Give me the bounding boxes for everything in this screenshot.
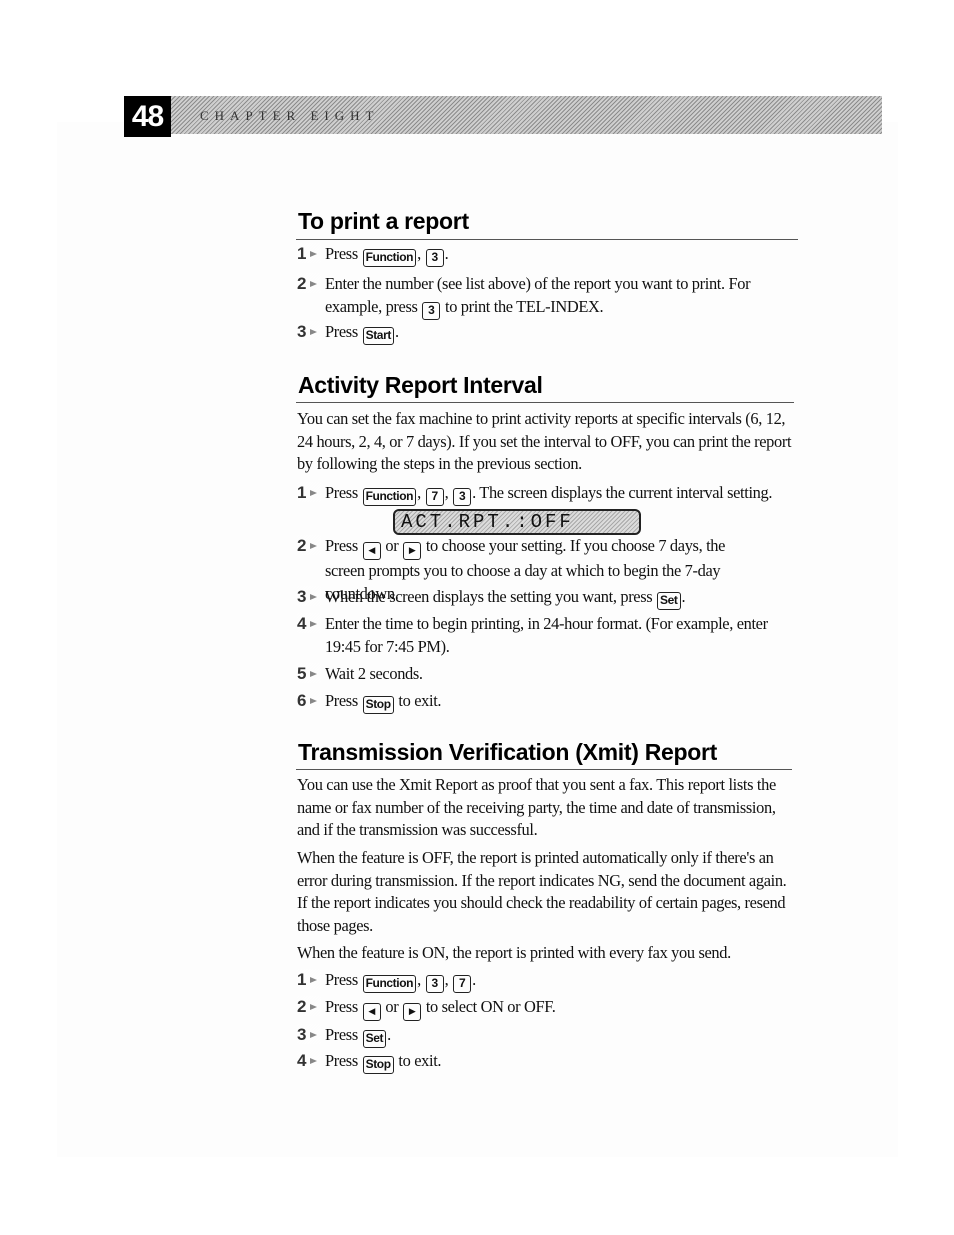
- digit-key-3: 3: [453, 488, 472, 506]
- right-arrow-key-icon: ▶: [403, 542, 422, 560]
- section-rule: [296, 402, 794, 403]
- step-text: or: [385, 997, 399, 1016]
- step-text: or: [385, 536, 399, 555]
- step-number-icon: 6: [297, 690, 321, 710]
- step-number-icon: 1: [297, 482, 321, 502]
- section-rule: [296, 769, 792, 770]
- step-text: .: [472, 970, 476, 989]
- step-number-icon: 2: [297, 996, 321, 1016]
- xmit-paragraph-1: You can use the Xmit Report as proof tha…: [297, 775, 776, 839]
- step-text: to exit.: [398, 1051, 442, 1070]
- step-text: Press: [325, 483, 358, 502]
- step-text: Press: [325, 970, 358, 989]
- step-number-icon: 4: [297, 613, 321, 633]
- step-text: Wait 2 seconds.: [325, 664, 423, 683]
- step-number-icon: 2: [297, 535, 321, 555]
- step-text: to exit.: [398, 691, 442, 710]
- activity-step-5: 5 Wait 2 seconds.: [297, 663, 797, 686]
- step-text: The screen displays the current interval…: [479, 483, 773, 502]
- section-heading-xmit-report: Transmission Verification (Xmit) Report: [298, 739, 718, 765]
- section-heading-activity-report: Activity Report Interval: [298, 372, 543, 398]
- set-key: Set: [362, 1030, 387, 1048]
- step-text: to select ON or OFF.: [425, 997, 556, 1016]
- section-heading-print-report: To print a report: [298, 208, 469, 234]
- step-text: Press: [325, 322, 358, 341]
- function-key: Function: [362, 975, 417, 993]
- print-report-step-1: 1 Press Function, 3.: [297, 243, 797, 267]
- function-key: Function: [362, 488, 417, 506]
- digit-key-7: 7: [425, 488, 444, 506]
- step-text: .: [444, 244, 449, 263]
- digit-key-3: 3: [425, 975, 444, 993]
- page-number: 48: [124, 96, 171, 137]
- xmit-step-2: 2 Press ◀ or ▶ to select ON or OFF.: [297, 996, 797, 1021]
- xmit-paragraph-2: When the feature is OFF, the report is p…: [297, 848, 787, 935]
- digit-key-7: 7: [453, 975, 472, 993]
- function-key: Function: [362, 249, 417, 267]
- stop-key: Stop: [362, 696, 394, 714]
- xmit-paragraph-3: When the feature is ON, the report is pr…: [297, 943, 731, 962]
- lcd-display: ACT.RPT.:OFF: [393, 509, 641, 535]
- step-number-icon: 1: [297, 969, 321, 989]
- xmit-step-3: 3 Press Set.: [297, 1024, 797, 1048]
- step-text: Press: [325, 244, 358, 263]
- step-number-icon: 2: [297, 273, 321, 293]
- step-number-icon: 5: [297, 663, 321, 683]
- xmit-step-1: 1 Press Function, 3, 7.: [297, 969, 797, 993]
- step-text: to print the TEL-INDEX.: [445, 296, 604, 316]
- start-key: Start: [362, 327, 394, 345]
- step-text: .: [387, 1025, 391, 1044]
- chapter-title: CHAPTER EIGHT: [200, 108, 380, 123]
- print-report-step-3: 3 Press Start.: [297, 321, 797, 345]
- print-report-step-2: 2 Enter the number (see list above) of t…: [297, 273, 757, 320]
- digit-key-3: 3: [422, 301, 441, 320]
- step-text: Press: [325, 691, 358, 710]
- step-text: Press: [325, 1025, 358, 1044]
- step-number-icon: 1: [297, 243, 321, 263]
- activity-step-4: 4 Enter the time to begin printing, in 2…: [297, 613, 777, 658]
- digit-key-3: 3: [425, 249, 444, 267]
- step-number-icon: 3: [297, 586, 321, 606]
- set-key: Set: [657, 592, 681, 610]
- xmit-step-4: 4 Press Stop to exit.: [297, 1050, 797, 1074]
- step-number-icon: 3: [297, 321, 321, 341]
- left-arrow-key-icon: ◀: [362, 542, 381, 560]
- step-text: Press: [325, 997, 358, 1016]
- activity-step-3: 3 When the screen displays the setting y…: [297, 586, 797, 610]
- step-number-icon: 3: [297, 1024, 321, 1044]
- left-arrow-key-icon: ◀: [362, 1003, 381, 1021]
- activity-step-6: 6 Press Stop to exit.: [297, 690, 797, 714]
- step-text: .: [394, 322, 399, 341]
- step-text: Press: [325, 1051, 358, 1070]
- stop-key: Stop: [362, 1056, 394, 1074]
- step-text: Enter the time to begin printing, in 24-…: [325, 614, 768, 656]
- activity-step-1: 1 Press Function, 7, 3. The screen displ…: [297, 482, 797, 506]
- step-text: Press: [325, 536, 358, 555]
- step-number-icon: 4: [297, 1050, 321, 1070]
- activity-report-intro: You can set the fax machine to print act…: [297, 409, 792, 473]
- step-text: .: [681, 587, 686, 606]
- step-text: When the screen displays the setting you…: [325, 587, 653, 606]
- right-arrow-key-icon: ▶: [403, 1003, 422, 1021]
- step-text: ,: [417, 244, 421, 263]
- section-rule: [296, 239, 798, 240]
